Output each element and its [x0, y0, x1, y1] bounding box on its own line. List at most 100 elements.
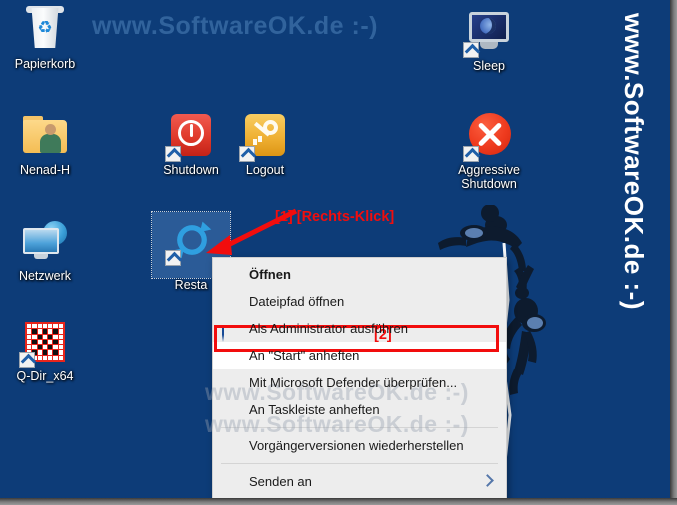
- q-dir-cell: [32, 329, 37, 334]
- q-dir-cell: [42, 350, 48, 355]
- q-dir-cell: [48, 334, 53, 339]
- shortcut-arrow-icon: [463, 146, 479, 162]
- q-dir-cell: [27, 345, 32, 350]
- q-dir-cell: [27, 334, 32, 339]
- q-dir-cell: [48, 339, 53, 345]
- desktop-background[interactable]: www.SoftwareOK.de :-) ♻ Papierkorb Nenad…: [0, 0, 670, 498]
- q-dir-cell: [32, 334, 37, 339]
- shortcut-arrow-icon: [165, 250, 181, 266]
- recycle-bin-icon: ♻: [21, 6, 69, 54]
- red-x-circle-icon: [463, 112, 513, 162]
- q-dir-cell: [32, 324, 37, 329]
- menu-item-label: Vorgängerversionen wiederherstellen: [249, 438, 464, 453]
- menu-separator: [221, 463, 498, 464]
- shortcut-arrow-icon: [239, 146, 255, 162]
- q-dir-cell: [37, 345, 42, 350]
- desktop-icon-sleep[interactable]: Sleep: [446, 8, 532, 73]
- q-dir-cell: [58, 350, 63, 355]
- frame-shadow-bottom: [0, 498, 677, 505]
- uac-shield-icon: [222, 320, 239, 342]
- desktop-icon-label: Netzwerk: [18, 269, 72, 283]
- menu-item-an-start-anheften[interactable]: An "Start" anheften: [213, 342, 506, 369]
- q-dir-cell: [58, 339, 63, 345]
- q-dir-cell: [53, 350, 58, 355]
- shortcut-arrow-icon: [165, 146, 181, 162]
- q-dir-cell: [32, 345, 37, 350]
- q-dir-cell: [53, 355, 58, 360]
- q-dir-cell: [53, 339, 58, 345]
- q-dir-grid-icon: [19, 318, 69, 368]
- user-folder-icon: [21, 112, 69, 160]
- q-dir-cell: [42, 324, 48, 329]
- q-dir-cell: [27, 339, 32, 345]
- q-dir-cell: [42, 339, 48, 345]
- q-dir-cell: [53, 324, 58, 329]
- watermark-top: www.SoftwareOK.de :-): [92, 12, 378, 40]
- q-dir-cell: [48, 350, 53, 355]
- q-dir-cell: [48, 329, 53, 334]
- desktop-icon-netzwerk[interactable]: Netzwerk: [2, 218, 88, 283]
- chevron-right-icon: [481, 474, 494, 487]
- q-dir-cell: [58, 334, 63, 339]
- q-dir-cell: [53, 345, 58, 350]
- desktop-icon-nenad-h[interactable]: Nenad-H: [2, 112, 88, 177]
- context-menu[interactable]: Öffnen Dateipfad öffnen Als Administrato…: [212, 257, 507, 498]
- watermark-side-container: www.SoftwareOK.de :-): [602, 6, 664, 326]
- q-dir-cell: [37, 324, 42, 329]
- q-dir-cell: [58, 329, 63, 334]
- q-dir-cell: [37, 350, 42, 355]
- q-dir-cell: [48, 345, 53, 350]
- menu-item-label: An "Start" anheften: [249, 348, 360, 363]
- desktop-icon-logout[interactable]: Logout: [222, 112, 308, 177]
- menu-item-label: An Taskleiste anheften: [249, 402, 380, 417]
- power-off-icon: [165, 112, 215, 162]
- menu-item-dateipfad-oeffnen[interactable]: Dateipfad öffnen: [213, 288, 506, 315]
- watermark-side: www.SoftwareOK.de :-): [618, 13, 649, 310]
- q-dir-cell: [53, 329, 58, 334]
- q-dir-cell: [42, 345, 48, 350]
- menu-item-senden-an[interactable]: Senden an: [213, 468, 506, 495]
- desktop-icon-label: Sleep: [473, 59, 505, 73]
- q-dir-cell: [42, 355, 48, 360]
- menu-item-oeffnen[interactable]: Öffnen: [213, 261, 506, 288]
- menu-item-als-administrator-ausfuehren[interactable]: Als Administrator ausführen: [213, 315, 506, 342]
- restart-arrows-icon: [165, 216, 215, 266]
- desktop-icon-aggressive-shutdown[interactable]: Aggressive Shutdown: [446, 112, 532, 191]
- q-dir-cell: [48, 324, 53, 329]
- q-dir-cell: [48, 355, 53, 360]
- desktop-icon-label: Q-Dir_x64: [16, 369, 74, 383]
- desktop-icon-papierkorb[interactable]: ♻ Papierkorb: [2, 6, 88, 71]
- sleep-monitor-moon-icon: [463, 8, 513, 58]
- shortcut-arrow-icon: [463, 42, 479, 58]
- desktop-icon-label: Logout: [245, 163, 285, 177]
- q-dir-cell: [58, 355, 63, 360]
- desktop-icon-label: Papierkorb: [14, 57, 76, 71]
- q-dir-cell: [53, 334, 58, 339]
- desktop-icon-label: Aggressive: [458, 163, 520, 177]
- key-icon: [239, 112, 289, 162]
- q-dir-cell: [37, 355, 42, 360]
- desktop-icon-q-dir-x64[interactable]: Q-Dir_x64: [2, 318, 88, 383]
- shortcut-arrow-icon: [19, 352, 35, 368]
- q-dir-cell: [42, 329, 48, 334]
- q-dir-cell: [32, 339, 37, 345]
- desktop-icon-label: Nenad-H: [19, 163, 71, 177]
- q-dir-cell: [58, 324, 63, 329]
- q-dir-cell: [42, 334, 48, 339]
- menu-item-label: Öffnen: [249, 267, 291, 282]
- annotation-step-1: [1] [Rechts-Klick]: [275, 209, 395, 225]
- q-dir-cell: [58, 345, 63, 350]
- q-dir-cell: [37, 339, 42, 345]
- menu-item-label: Als Administrator ausführen: [249, 321, 408, 336]
- q-dir-cell: [37, 334, 42, 339]
- q-dir-cell: [37, 329, 42, 334]
- desktop-icon-label-2: Shutdown: [461, 177, 517, 191]
- screenshot-root: www.SoftwareOK.de :-) ♻ Papierkorb Nenad…: [0, 0, 677, 505]
- menu-item-label: Senden an: [249, 474, 312, 489]
- frame-shadow-right: [670, 0, 677, 505]
- menu-item-label: Dateipfad öffnen: [249, 294, 345, 309]
- network-computer-icon: [21, 218, 69, 266]
- q-dir-cell: [27, 324, 32, 329]
- q-dir-cell: [27, 329, 32, 334]
- menu-item-label: Mit Microsoft Defender überprüfen...: [249, 375, 458, 390]
